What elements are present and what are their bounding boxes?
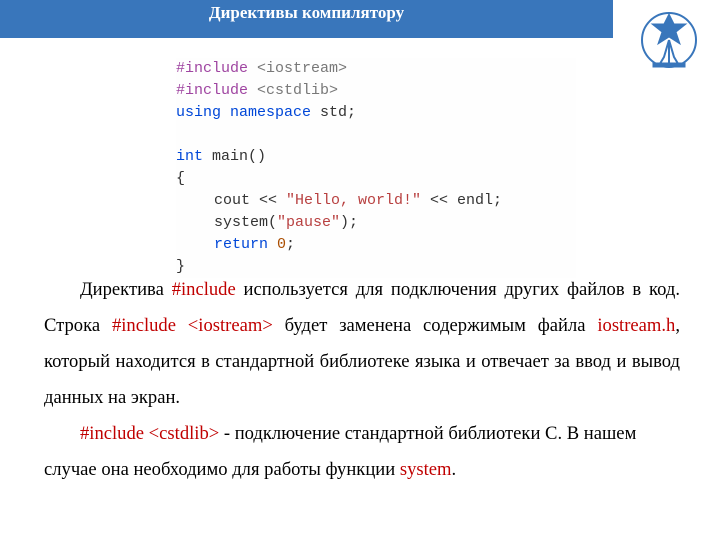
code-line bbox=[176, 124, 576, 146]
code-line: cout << "Hello, world!" << endl; bbox=[176, 190, 576, 212]
page-title: Директивы компилятору bbox=[209, 3, 404, 22]
code-sample: #include <iostream> #include <cstdlib> u… bbox=[176, 58, 576, 278]
code-line: int main() bbox=[176, 146, 576, 168]
code-line: return 0; bbox=[176, 234, 576, 256]
highlight-system: system bbox=[400, 459, 452, 480]
paragraph-2: #include <cstdlib> - подключение стандар… bbox=[44, 416, 680, 488]
code-line: #include <iostream> bbox=[176, 58, 576, 80]
keyword-return: return bbox=[214, 236, 268, 253]
highlight-include-iostream: #include <iostream> bbox=[112, 315, 273, 336]
token-cstdlib: <cstdlib> bbox=[257, 82, 338, 99]
text: Директива bbox=[80, 279, 172, 300]
token-semicolon: ; bbox=[286, 236, 295, 253]
token-endl: << endl; bbox=[421, 192, 502, 209]
string-hello: "Hello, world!" bbox=[286, 192, 421, 209]
paragraph-1: Директива #include используется для подк… bbox=[44, 272, 680, 416]
keyword-int: int bbox=[176, 148, 203, 165]
token-close: ); bbox=[340, 214, 358, 231]
string-pause: "pause" bbox=[277, 214, 340, 231]
body-text: Директива #include используется для подк… bbox=[44, 272, 680, 488]
text: . bbox=[452, 459, 457, 480]
token-system: system( bbox=[214, 214, 277, 231]
token-std: std; bbox=[311, 104, 356, 121]
highlight-include: #include bbox=[172, 279, 236, 300]
code-line: system("pause"); bbox=[176, 212, 576, 234]
code-line: using namespace std; bbox=[176, 102, 576, 124]
token-main: main() bbox=[203, 148, 266, 165]
brace-open: { bbox=[176, 170, 185, 187]
literal-zero: 0 bbox=[277, 236, 286, 253]
code-line: { bbox=[176, 168, 576, 190]
keyword-namespace: namespace bbox=[230, 104, 311, 121]
text: будет заменена содержимым файла bbox=[273, 315, 598, 336]
token-iostream: <iostream> bbox=[257, 60, 347, 77]
highlight-include-cstdlib: #include <cstdlib> bbox=[80, 423, 219, 444]
logo-emblem bbox=[636, 7, 702, 73]
code-line: #include <cstdlib> bbox=[176, 80, 576, 102]
highlight-iostream-h: iostream.h bbox=[597, 315, 675, 336]
keyword-include: #include bbox=[176, 82, 248, 99]
token-cout: cout << bbox=[214, 192, 286, 209]
keyword-include: #include bbox=[176, 60, 248, 77]
keyword-using: using bbox=[176, 104, 221, 121]
header-bar: Директивы компилятору bbox=[0, 0, 613, 38]
